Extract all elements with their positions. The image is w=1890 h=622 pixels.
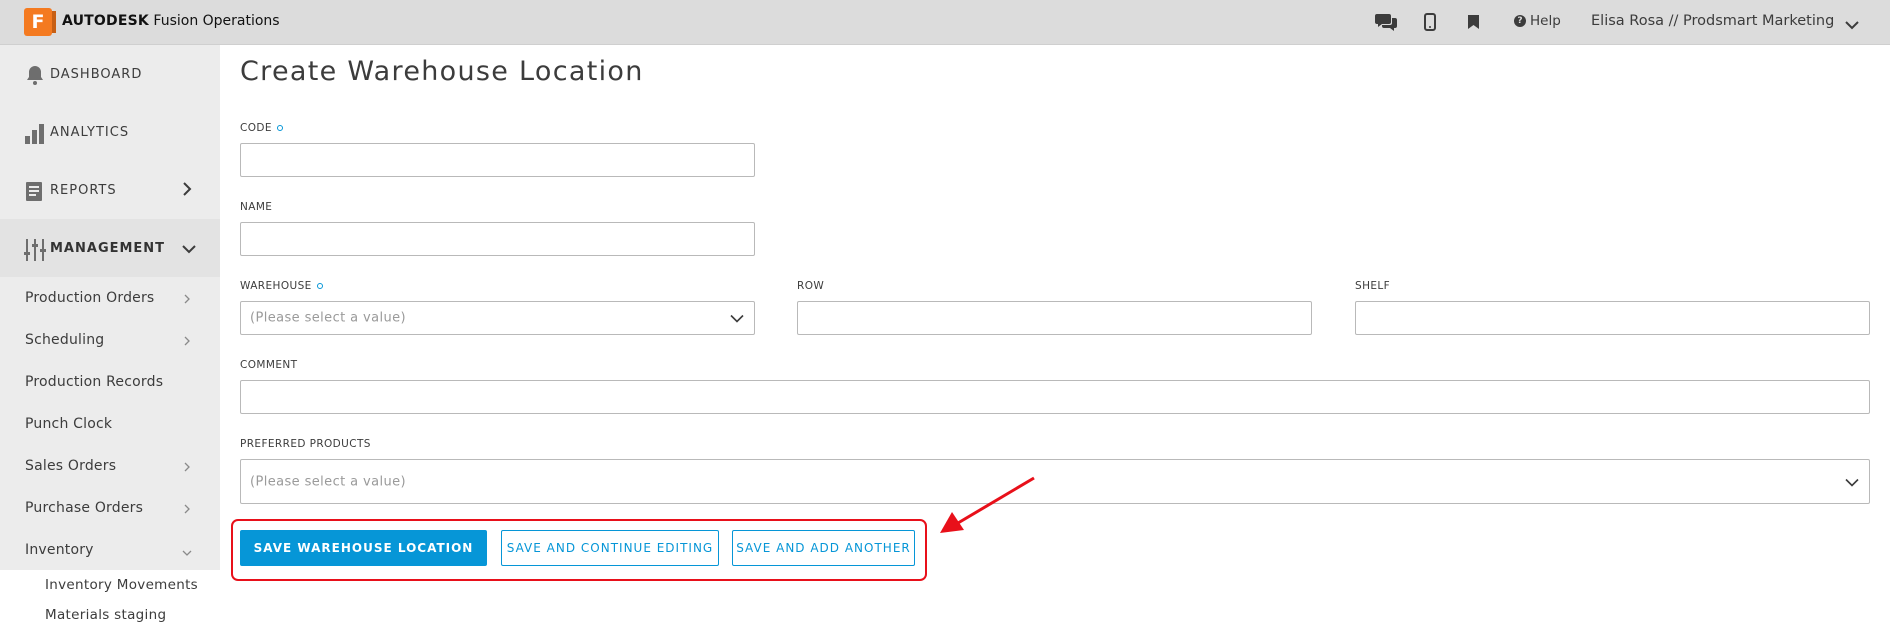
name-label: NAME xyxy=(240,201,273,213)
sidebar-item-production-records[interactable]: Production Records xyxy=(0,361,220,403)
sidebar-item-dashboard[interactable]: DASHBOARD xyxy=(0,45,220,103)
sidebar-item-label: REPORTS xyxy=(50,182,117,198)
annotation-highlight-box xyxy=(231,519,927,581)
chevron-down-icon xyxy=(1845,472,1859,491)
comment-input[interactable] xyxy=(240,380,1870,414)
warehouse-placeholder: (Please select a value) xyxy=(250,310,407,326)
report-icon xyxy=(24,180,46,202)
chevron-right-icon xyxy=(184,331,190,350)
preferred-products-select[interactable]: (Please select a value) xyxy=(240,459,1870,504)
chevron-down-icon xyxy=(182,541,192,560)
bell-icon xyxy=(24,64,46,86)
user-menu[interactable]: Elisa Rosa // Prodsmart Marketing xyxy=(1591,13,1834,29)
preferred-products-placeholder: (Please select a value) xyxy=(250,474,407,489)
fusion-logo-icon[interactable]: F xyxy=(24,8,56,36)
sidebar-item-purchase-orders[interactable]: Purchase Orders xyxy=(0,487,220,529)
brand-name[interactable]: AUTODESK Fusion Operations xyxy=(62,13,280,29)
page-title: Create Warehouse Location xyxy=(240,56,644,87)
required-icon xyxy=(276,125,283,131)
row-input[interactable] xyxy=(797,301,1312,335)
sidebar-sub-label: Punch Clock xyxy=(25,416,113,432)
warehouse-label: WAREHOUSE xyxy=(240,280,323,292)
sidebar-sub-label: Inventory Movements xyxy=(45,577,199,593)
sidebar-sub-label: Scheduling xyxy=(25,332,105,348)
required-icon xyxy=(316,283,323,289)
sidebar-item-label: MANAGEMENT xyxy=(50,240,166,256)
shelf-input[interactable] xyxy=(1355,301,1870,335)
row-label: ROW xyxy=(797,280,825,292)
mobile-icon[interactable] xyxy=(1418,10,1442,34)
sidebar-item-sales-orders[interactable]: Sales Orders xyxy=(0,445,220,487)
top-bar: F AUTODESK Fusion Operations ? Help Elis… xyxy=(0,0,1890,45)
brand-autodesk: AUTODESK xyxy=(62,13,149,29)
comment-label: COMMENT xyxy=(240,359,298,371)
sidebar-item-analytics[interactable]: ANALYTICS xyxy=(0,103,220,161)
sidebar-sub-label: Materials staging xyxy=(45,607,167,622)
sidebar-item-materials-staging[interactable]: Materials staging xyxy=(0,600,220,622)
warehouse-label-text: WAREHOUSE xyxy=(240,280,312,292)
sidebar-item-management[interactable]: MANAGEMENT xyxy=(0,219,220,277)
sliders-icon xyxy=(24,238,46,261)
chevron-down-icon xyxy=(182,239,196,258)
sidebar-item-punch-clock[interactable]: Punch Clock xyxy=(0,403,220,445)
code-input[interactable] xyxy=(240,143,755,177)
sidebar-sub-label: Inventory xyxy=(25,542,94,558)
code-label-text: CODE xyxy=(240,122,272,134)
sidebar-sub-label: Production Orders xyxy=(25,290,155,306)
sidebar-item-scheduling[interactable]: Scheduling xyxy=(0,319,220,361)
chevron-down-icon xyxy=(730,309,744,328)
help-icon: ? xyxy=(1514,15,1526,27)
preferred-products-label: PREFERRED PRODUCTS xyxy=(240,438,371,450)
chevron-right-icon xyxy=(184,499,190,518)
sidebar-sub-label: Sales Orders xyxy=(25,458,117,474)
annotation-arrow-icon xyxy=(940,476,1035,533)
help-link[interactable]: ? Help xyxy=(1514,13,1561,29)
sidebar-item-reports[interactable]: REPORTS xyxy=(0,161,220,219)
sidebar-item-inventory[interactable]: Inventory xyxy=(0,529,220,571)
sidebar-item-production-orders[interactable]: Production Orders xyxy=(0,277,220,319)
warehouse-select[interactable]: (Please select a value) xyxy=(240,301,755,335)
chevron-right-icon xyxy=(184,289,190,308)
sidebar-item-label: ANALYTICS xyxy=(50,124,130,140)
sidebar-sub-label: Purchase Orders xyxy=(25,500,144,516)
sidebar-item-label: DASHBOARD xyxy=(50,66,143,82)
shelf-label: SHELF xyxy=(1355,280,1391,292)
bookmark-icon[interactable] xyxy=(1461,10,1485,34)
help-label: Help xyxy=(1530,13,1561,29)
name-input[interactable] xyxy=(240,222,755,256)
sidebar: DASHBOARD ANALYTICS REPORTS MANAGEMENT P… xyxy=(0,45,220,622)
chevron-right-icon xyxy=(184,457,190,476)
chevron-right-icon xyxy=(182,181,192,200)
code-label: CODE xyxy=(240,122,283,134)
chevron-down-icon[interactable] xyxy=(1845,15,1859,34)
chat-icon[interactable] xyxy=(1374,10,1398,34)
bar-chart-icon xyxy=(24,122,46,144)
sidebar-item-inventory-movements[interactable]: Inventory Movements xyxy=(0,570,220,600)
brand-product: Fusion Operations xyxy=(148,13,280,29)
sidebar-sub-label: Production Records xyxy=(25,374,164,390)
